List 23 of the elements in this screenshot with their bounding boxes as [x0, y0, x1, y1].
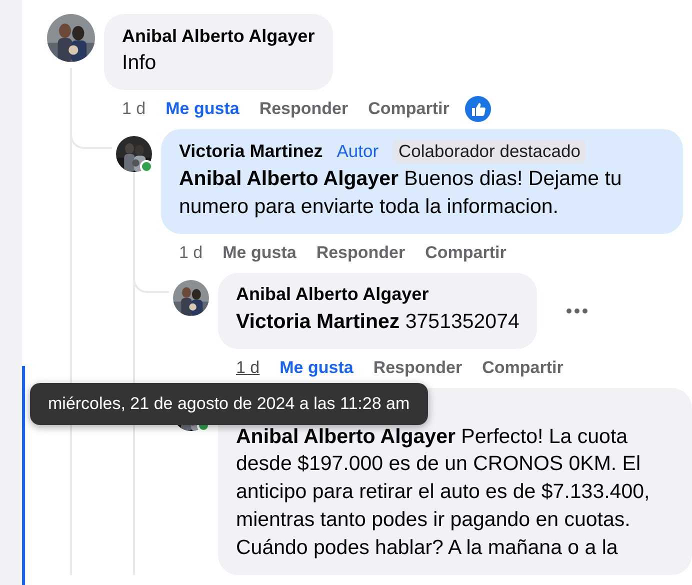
timestamp-link[interactable]: 1 d: [236, 358, 260, 378]
timestamp-link[interactable]: 1 d: [122, 98, 146, 119]
comment-text: Anibal Alberto Algayer Perfecto! La cuota desde $197.000 es de un CRONOS 0KM. El anticipo para retirar el auto es de $7.133.400, mientras tanto podes ir pagando en cuotas. Cuándo podes hablar? A la mañana o a la: [236, 424, 651, 561]
author-label: Autor: [336, 140, 380, 163]
reply-link[interactable]: Responder: [373, 358, 462, 378]
like-link[interactable]: Me gusta: [222, 242, 296, 263]
share-link[interactable]: Compartir: [482, 358, 564, 378]
author-name[interactable]: Victoria Martinez: [179, 140, 323, 162]
comment-text: Anibal Alberto Algayer Buenos dias! Dejame tu numero para enviarte toda la informacion.: [179, 166, 623, 220]
share-link[interactable]: Compartir: [425, 242, 506, 263]
comment-text: Info: [122, 50, 158, 76]
comment-text: Victoria Martinez 3751352074: [236, 308, 520, 335]
reply-link[interactable]: Responder: [316, 242, 406, 263]
timestamp-link[interactable]: 1 d: [179, 242, 203, 263]
like-link[interactable]: Me gusta: [280, 358, 354, 378]
contributor-badge: Colaborador destacado: [392, 140, 586, 163]
share-link[interactable]: Compartir: [368, 98, 450, 119]
reply-link[interactable]: Responder: [259, 98, 348, 119]
date-tooltip: miércoles, 21 de agosto de 2024 a las 11:28 am: [30, 383, 428, 425]
author-name[interactable]: Anibal Alberto Algayer: [122, 26, 315, 46]
author-name[interactable]: Anibal Alberto Algayer: [236, 284, 429, 306]
like-link[interactable]: Me gusta: [166, 98, 240, 119]
more-options-icon[interactable]: [566, 308, 588, 314]
